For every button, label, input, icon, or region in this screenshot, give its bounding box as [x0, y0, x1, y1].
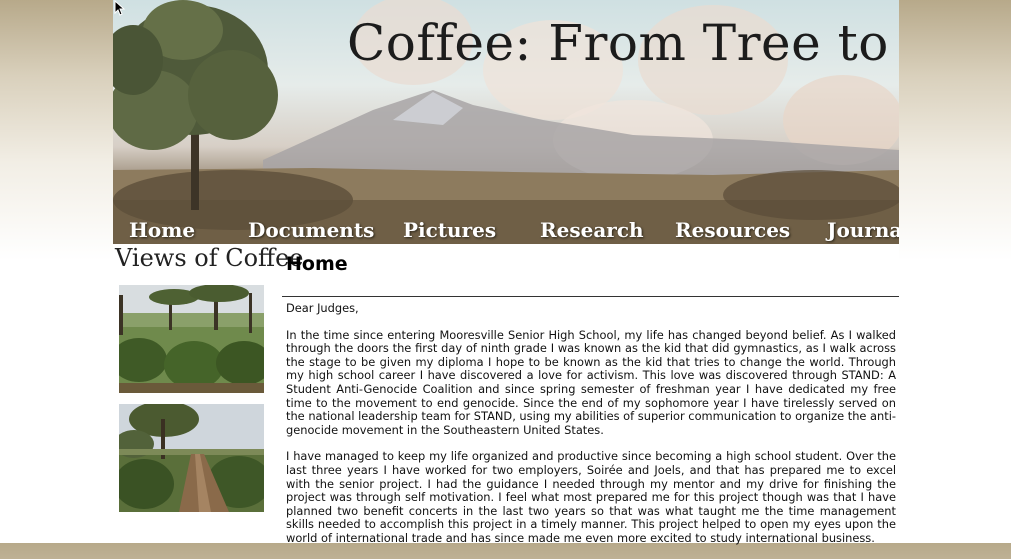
sidebar-title: Views of Coffee	[115, 244, 304, 272]
nav-resources[interactable]: Resources	[675, 218, 790, 242]
nav-home[interactable]: Home	[129, 218, 195, 242]
page-heading: Home	[286, 253, 348, 275]
main-nav: Home Documents Pictures Research Resourc…	[113, 214, 899, 244]
salutation: Dear Judges,	[286, 301, 359, 315]
nav-pictures[interactable]: Pictures	[403, 218, 496, 242]
main-content: Dear Judges, In the time since entering …	[286, 301, 896, 559]
coffee-field-photo-2[interactable]	[119, 404, 264, 512]
mouse-cursor-icon	[114, 0, 126, 16]
coffee-field-photo-1[interactable]	[119, 285, 264, 393]
page-container: Coffee: From Tree to Cup Home Documents …	[113, 0, 899, 545]
paragraph-1: In the time since entering Mooresville S…	[286, 327, 896, 437]
heading-divider	[282, 296, 899, 297]
nav-documents[interactable]: Documents	[248, 218, 374, 242]
nav-research[interactable]: Research	[540, 218, 644, 242]
nav-journal[interactable]: Journal	[827, 218, 899, 242]
header-banner: Coffee: From Tree to Cup Home Documents …	[113, 0, 899, 244]
paragraph-2: I have managed to keep my life organized…	[286, 449, 896, 545]
site-title: Coffee: From Tree to Cup	[347, 14, 899, 72]
